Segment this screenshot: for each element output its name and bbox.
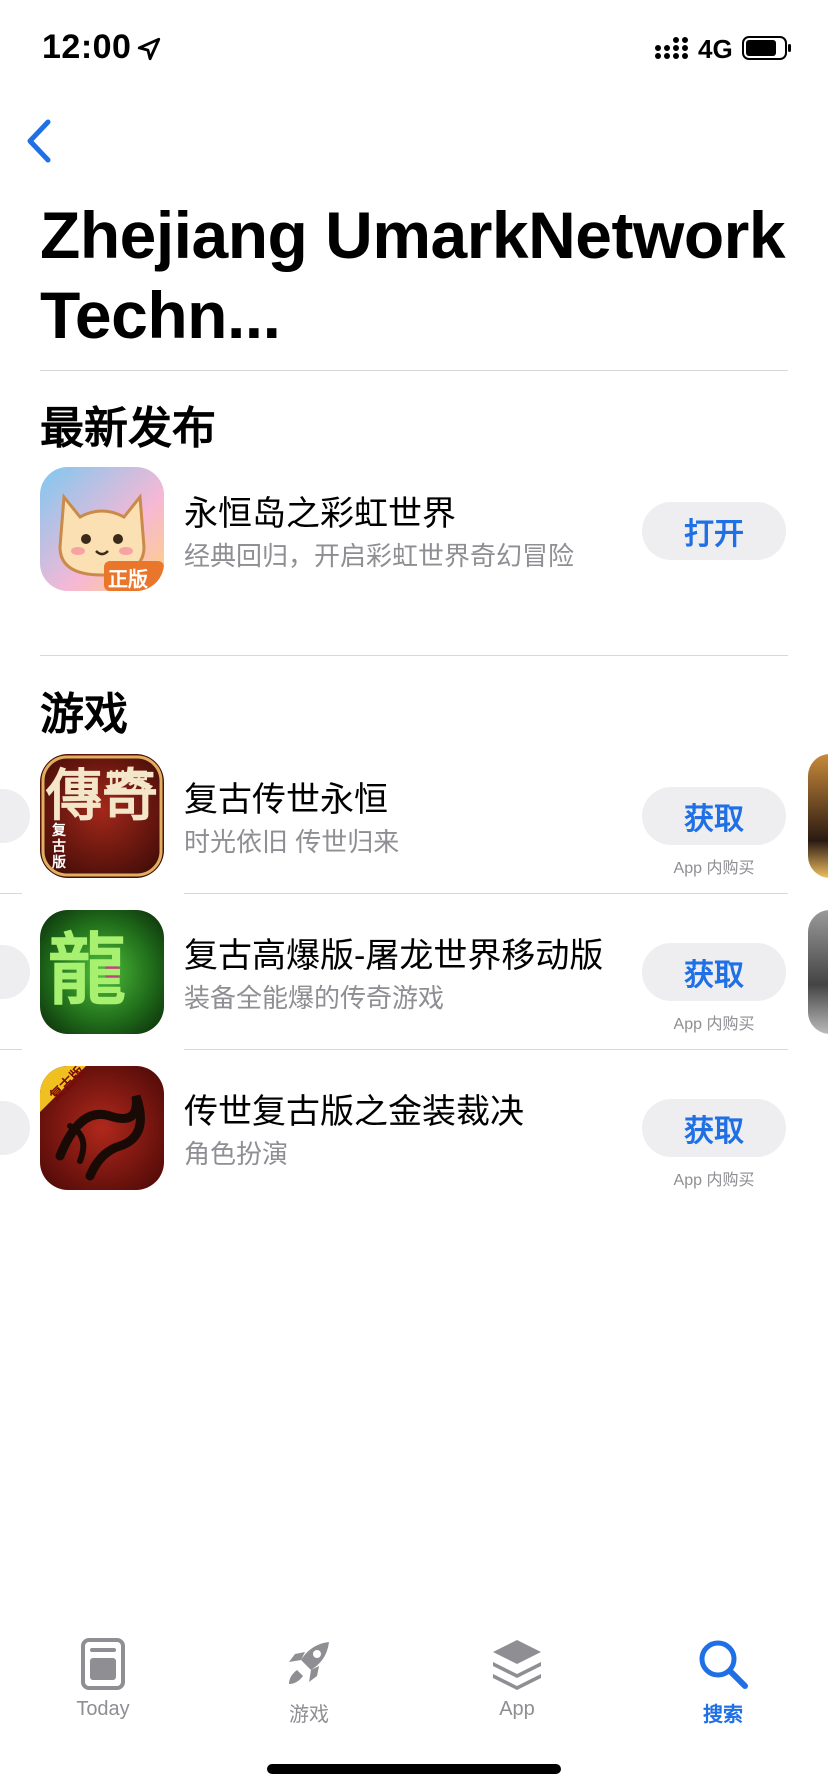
app-stack-icon <box>493 1640 541 1690</box>
app-subtitle: 角色扮演 <box>184 1139 289 1169</box>
app-subtitle: 装备全能爆的传奇游戏 <box>184 983 445 1013</box>
icon-badge: 复古版 <box>52 822 66 870</box>
app-icon-rainbow-world[interactable]: 正版 <box>40 467 164 591</box>
in-app-purchase-note: App 内购买 <box>673 860 755 877</box>
app-subtitle: 时光依旧 传世归来 <box>184 827 400 857</box>
tab-apps[interactable]: App <box>457 1636 577 1726</box>
back-chevron-icon[interactable] <box>24 118 54 164</box>
divider <box>40 655 788 656</box>
rocket-icon <box>289 1642 329 1684</box>
icon-text: 龍 <box>48 926 127 1014</box>
app-icon-golden-verdict[interactable]: 复古版 <box>40 1066 164 1190</box>
divider <box>0 893 22 894</box>
status-time: 12:00 <box>42 28 132 66</box>
get-button[interactable]: 获取 <box>642 943 786 1001</box>
open-button[interactable]: 打开 <box>642 502 786 560</box>
app-subtitle: 经典回归，开启彩虹世界奇幻冒险 <box>184 541 575 571</box>
get-button[interactable]: 获取 <box>642 787 786 845</box>
divider <box>40 370 788 371</box>
section-title-games: 游戏 <box>40 690 128 739</box>
divider <box>184 893 788 894</box>
tab-label: 搜索 <box>703 1704 743 1726</box>
battery-icon <box>742 36 791 60</box>
previous-page-peek <box>0 945 30 999</box>
divider <box>0 1049 22 1050</box>
app-name[interactable]: 传世复古版之金装裁决 <box>184 1084 524 1133</box>
previous-page-peek <box>0 1101 30 1155</box>
tab-search[interactable]: 搜索 <box>663 1636 783 1726</box>
tab-label: Today <box>76 1698 130 1720</box>
icon-badge: 正版 <box>108 569 148 591</box>
in-app-purchase-note: App 内购买 <box>673 1172 755 1189</box>
divider <box>184 1049 788 1050</box>
tab-label: 游戏 <box>289 1704 329 1726</box>
home-indicator[interactable] <box>267 1764 561 1774</box>
today-icon <box>81 1638 125 1690</box>
app-icon-dragon-world[interactable]: 龍 <box>40 910 164 1034</box>
app-icon-retro-legend[interactable]: 傳奇 世界 复古版 <box>40 754 164 878</box>
network-type: 4G <box>698 34 733 64</box>
next-page-peek <box>808 910 828 1034</box>
previous-page-peek <box>0 789 30 843</box>
in-app-purchase-note: App 内购买 <box>673 1016 755 1033</box>
tab-games[interactable]: 游戏 <box>249 1636 369 1726</box>
next-page-peek <box>808 754 828 878</box>
get-button[interactable]: 获取 <box>642 1099 786 1157</box>
developer-title: Zhejiang UmarkNetwork Techn... <box>40 198 786 352</box>
section-title-latest: 最新发布 <box>40 404 216 453</box>
app-name[interactable]: 复古传世永恒 <box>184 772 388 821</box>
signal-icon <box>655 37 688 59</box>
location-arrow-icon <box>137 37 161 61</box>
app-name[interactable]: 复古高爆版-屠龙世界移动版 <box>184 928 603 977</box>
app-name[interactable]: 永恒岛之彩虹世界 <box>184 486 456 535</box>
search-icon <box>699 1640 748 1689</box>
icon-text: 世界 <box>106 769 151 794</box>
tab-today[interactable]: Today <box>43 1636 163 1726</box>
tab-label: App <box>499 1698 535 1720</box>
